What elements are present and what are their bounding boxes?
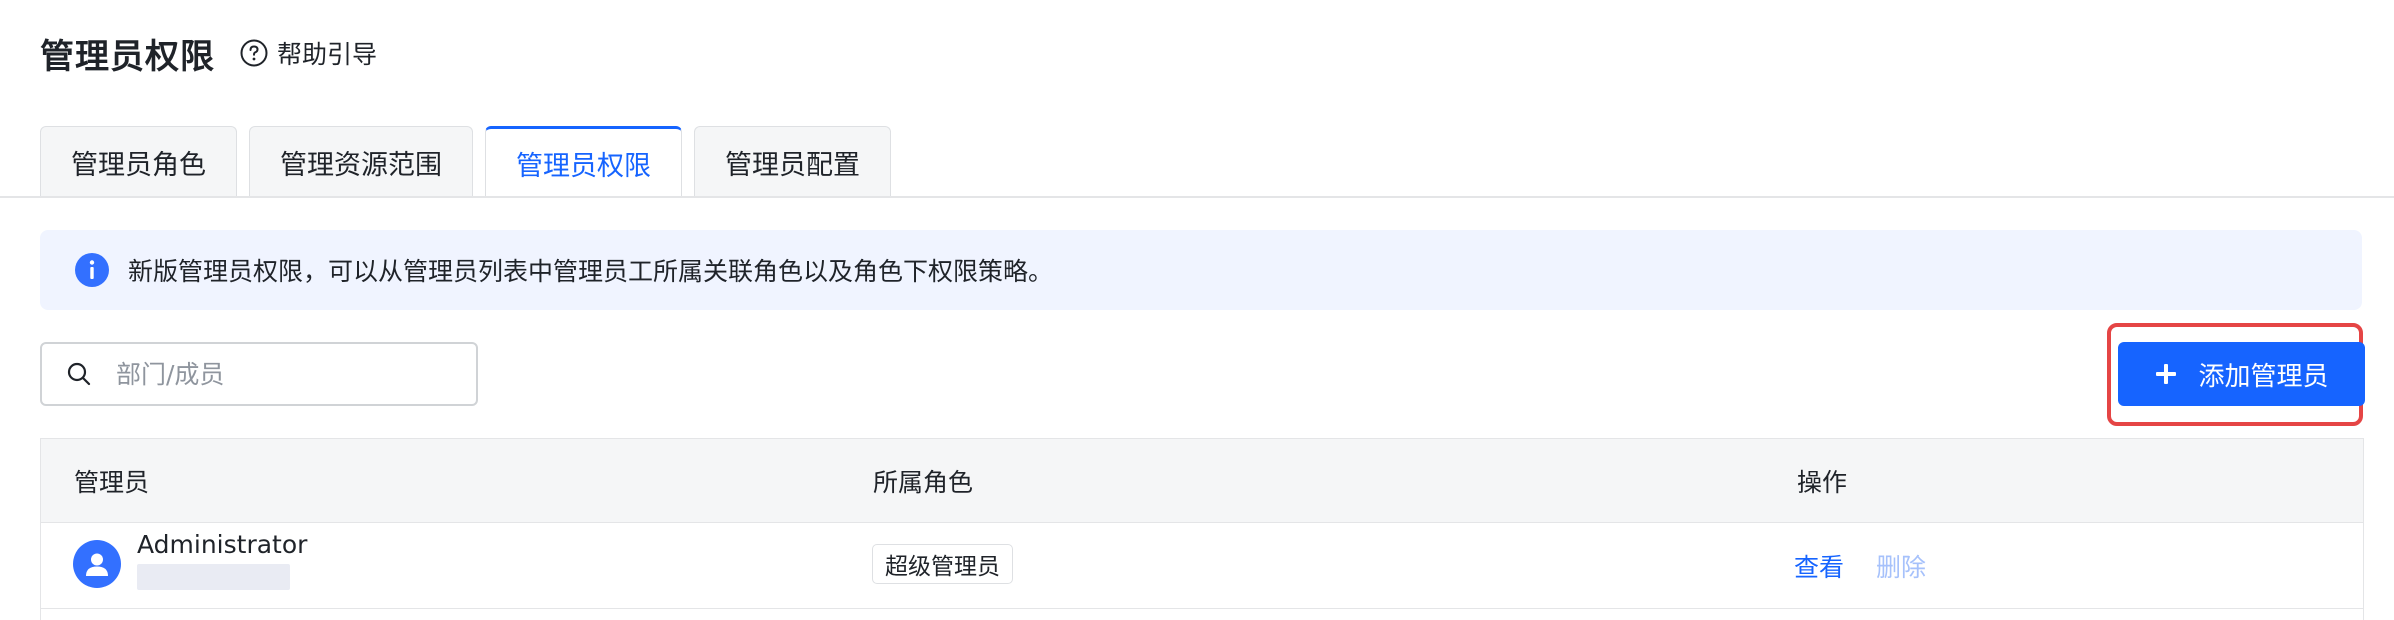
search-box[interactable] [40, 342, 478, 406]
redacted-subtitle [137, 564, 290, 590]
tab-label: 管理员权限 [516, 151, 651, 182]
column-header-admin: 管理员 [74, 467, 150, 497]
admin-table: 管理员 所属角色 操作 [40, 438, 2364, 523]
table-left-border [40, 520, 41, 620]
user-icon [86, 553, 108, 576]
admin-name: Administrator [137, 530, 308, 559]
tab-bar: 管理员角色 管理资源范围 管理员权限 管理员配置 [40, 126, 903, 198]
column-header-role: 所属角色 [873, 467, 974, 497]
help-guide-link[interactable]: 帮助引导 [239, 35, 377, 71]
view-link[interactable]: 查看 [1794, 548, 1844, 584]
alert-text: 新版管理员权限，可以从管理员列表中管理员工所属关联角色以及角色下权限策略。 [128, 257, 1054, 286]
tab-admin-permissions[interactable]: 管理员权限 [485, 126, 682, 198]
tab-admin-roles[interactable]: 管理员角色 [40, 126, 237, 197]
column-header-actions: 操作 [1797, 467, 1848, 497]
add-admin-button[interactable]: 添加管理员 [2118, 342, 2365, 406]
search-icon [67, 362, 91, 386]
page-title: 管理员权限 [40, 36, 215, 77]
tab-divider [0, 196, 2394, 198]
tab-admin-config[interactable]: 管理员配置 [694, 126, 891, 197]
row-divider [40, 608, 2364, 609]
tab-label: 管理资源范围 [280, 149, 442, 181]
table-header: 管理员 所属角色 操作 [41, 439, 2363, 523]
help-guide-label: 帮助引导 [277, 40, 378, 69]
role-tag: 超级管理员 [872, 544, 1013, 584]
info-alert: 新版管理员权限，可以从管理员列表中管理员工所属关联角色以及角色下权限策略。 [40, 230, 2362, 310]
info-icon [75, 253, 109, 287]
tab-resource-scope[interactable]: 管理资源范围 [249, 126, 473, 197]
table-right-border [2363, 520, 2364, 620]
delete-link[interactable]: 删除 [1876, 548, 1926, 584]
plus-icon [2156, 364, 2177, 384]
tab-label: 管理员角色 [71, 149, 206, 181]
question-circle-icon [240, 39, 268, 67]
avatar [73, 540, 121, 588]
add-admin-label: 添加管理员 [2198, 361, 2329, 392]
title-row: 管理员权限 帮助引导 [40, 28, 377, 78]
tab-label: 管理员配置 [725, 149, 860, 181]
search-input[interactable] [114, 358, 448, 390]
